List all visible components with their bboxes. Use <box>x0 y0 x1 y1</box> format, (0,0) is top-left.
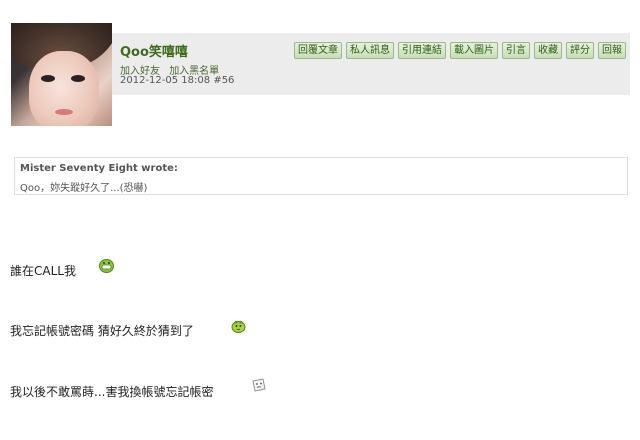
post-line-2: 我忘記帳號密碼 猜好久終於猜到了 <box>10 324 194 338</box>
green-blob-emoticon-icon <box>231 320 246 333</box>
post-line-3: 我以後不敢罵蒔...害我換帳號忘記帳密 <box>10 385 214 399</box>
quote-block: Mister Seventy Eight wrote: Qoo，妳失蹤好久了..… <box>14 157 628 195</box>
user-avatar[interactable] <box>11 23 112 126</box>
post-datetime: 2012-12-05 18:08 <box>120 75 211 86</box>
quote-button[interactable]: 引言 <box>502 42 530 59</box>
private-message-button[interactable]: 私人訊息 <box>346 42 394 59</box>
username-link[interactable]: Qoo笑嘻嘻 <box>120 41 188 60</box>
quote-text: Qoo，妳失蹤好久了...(恐嚇) <box>20 183 148 194</box>
reply-post-button[interactable]: 回覆文章 <box>294 42 342 59</box>
paper-face-emoticon-icon <box>252 378 266 392</box>
report-button[interactable]: 回報 <box>598 42 626 59</box>
post-action-toolbar: 回覆文章 私人訊息 引用連結 載入圖片 引言 收藏 評分 回報 <box>294 42 626 59</box>
quote-author: Mister Seventy Eight wrote: <box>20 163 178 174</box>
rate-button[interactable]: 評分 <box>566 42 594 59</box>
load-images-button[interactable]: 載入圖片 <box>450 42 498 59</box>
quote-link-button[interactable]: 引用連結 <box>398 42 446 59</box>
avatar-eye-left <box>41 75 55 82</box>
post-line-1: 誰在CALL我 <box>10 264 76 278</box>
bookmark-button[interactable]: 收藏 <box>534 42 562 59</box>
avatar-lips <box>55 109 73 115</box>
post-meta: 2012-12-05 18:08 #56 <box>120 75 234 86</box>
post-number[interactable]: #56 <box>213 75 234 86</box>
green-grin-emoticon-icon <box>99 259 114 273</box>
avatar-eye-right <box>71 75 85 82</box>
